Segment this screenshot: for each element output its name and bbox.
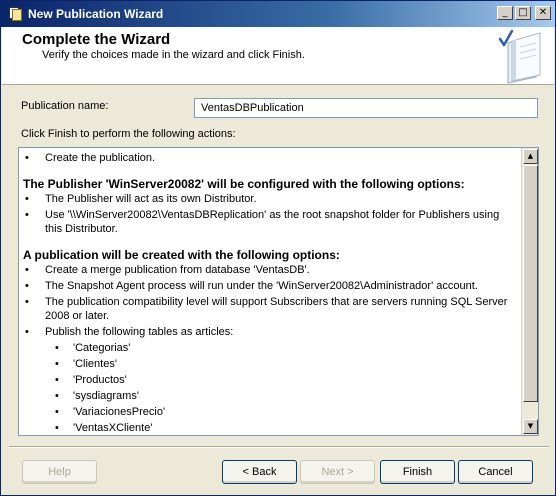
title-bar[interactable]: New Publication Wizard _ □ ✕ — [1, 1, 555, 27]
next-button[interactable]: Next > — [300, 460, 375, 484]
cancel-button[interactable]: Cancel — [458, 460, 533, 484]
list-item: • Use '\\WinServer20082\VentasDBReplicati… — [25, 209, 500, 235]
page-title: Complete the Wizard — [22, 31, 171, 48]
wizard-app-icon — [7, 6, 23, 22]
list-item: • Create the publication. — [25, 152, 156, 164]
list-item: • The Publisher will act as its own Distr… — [25, 193, 257, 205]
close-button[interactable]: ✕ — [535, 6, 551, 20]
actions-label: Click Finish to perform the following ac… — [21, 128, 236, 140]
finish-button[interactable]: Finish — [380, 460, 455, 484]
minimize-button[interactable]: _ — [497, 6, 513, 20]
window-title: New Publication Wizard — [28, 7, 164, 21]
list-item: • The publication compatibility level wil… — [25, 296, 508, 322]
page-subtitle: Verify the choices made in the wizard an… — [42, 49, 305, 61]
actions-report[interactable]: • Create the publication. The Publisher '… — [18, 147, 539, 436]
report-scrollbar[interactable]: ▲ ▼ — [521, 148, 538, 435]
help-button[interactable]: Help — [22, 460, 97, 484]
list-item: • Publish the following tables as article… — [25, 326, 234, 338]
wizard-window: New Publication Wizard _ □ ✕ Complete th… — [0, 0, 556, 496]
publication-heading: A publication will be created with the f… — [23, 248, 340, 262]
list-item: • The Snapshot Agent process will run und… — [25, 280, 478, 292]
article-item: • 'Categorias' — [55, 342, 131, 354]
wizard-header: Complete the Wizard Verify the choices m… — [2, 27, 554, 85]
wizard-book-icon — [498, 29, 541, 84]
article-item: • 'Productos' — [55, 374, 127, 386]
publication-name-label: Publication name: — [21, 100, 109, 112]
scroll-thumb[interactable] — [523, 165, 538, 402]
article-item: •'sysdiagrams' — [55, 390, 139, 402]
article-item: • 'VariacionesPrecio' — [55, 406, 166, 418]
publisher-heading: The Publisher 'WinServer20082' will be c… — [23, 177, 465, 191]
button-separator — [9, 446, 549, 448]
scroll-up-arrow-icon[interactable]: ▲ — [523, 149, 538, 164]
list-item: • Create a merge publication from databas… — [25, 264, 310, 276]
scroll-down-arrow-icon[interactable]: ▼ — [523, 419, 538, 434]
article-item: • 'Clientes' — [55, 358, 117, 370]
article-item: • 'VentasXCliente' — [55, 422, 153, 434]
back-button[interactable]: < Back — [222, 460, 297, 484]
publication-name-field[interactable] — [194, 98, 538, 118]
maximize-button[interactable]: □ — [515, 6, 531, 20]
